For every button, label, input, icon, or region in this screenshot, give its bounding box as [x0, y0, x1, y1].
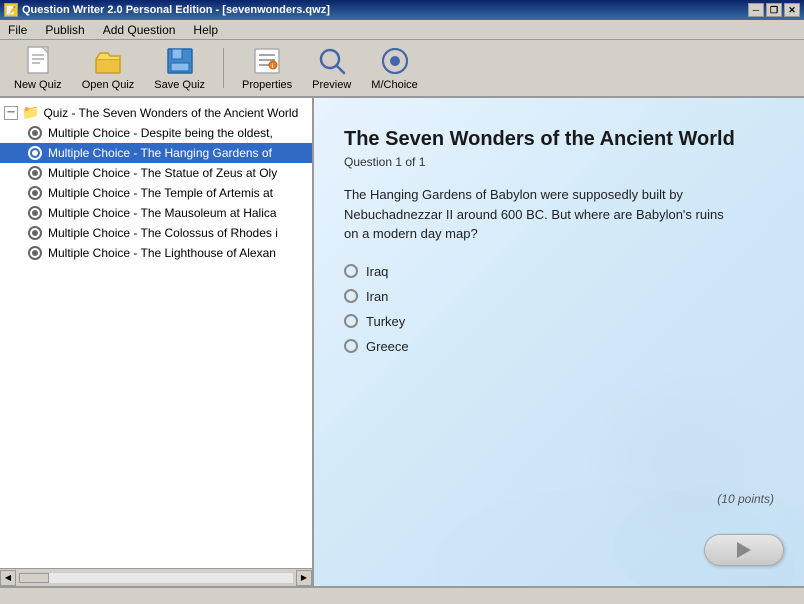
next-button[interactable] [704, 534, 784, 566]
title-bar-controls: ─ ❐ ✕ [748, 3, 800, 17]
app-icon: 📝 [4, 3, 18, 17]
mchoice-button[interactable]: M/Choice [365, 43, 423, 93]
close-button[interactable]: ✕ [784, 3, 800, 17]
option-radio-1 [344, 289, 358, 303]
quiz-question-number: Question 1 of 1 [344, 155, 774, 169]
tree-item-label-6: Multiple Choice - The Lighthouse of Alex… [48, 246, 276, 260]
quiz-option-0[interactable]: Iraq [344, 264, 774, 279]
quiz-option-1[interactable]: Iran [344, 289, 774, 304]
radio-icon-3 [28, 186, 42, 200]
scroll-right-button[interactable]: ▶ [296, 570, 312, 586]
right-panel: The Seven Wonders of the Ancient World Q… [314, 98, 804, 586]
title-bar-left: 📝 Question Writer 2.0 Personal Edition -… [4, 3, 330, 17]
quiz-option-2[interactable]: Turkey [344, 314, 774, 329]
scroll-thumb[interactable] [19, 573, 49, 583]
open-quiz-label: Open Quiz [82, 79, 135, 91]
tree-root[interactable]: ─ 📁 Quiz - The Seven Wonders of the Anci… [0, 102, 312, 123]
tree-item-label-3: Multiple Choice - The Temple of Artemis … [48, 186, 273, 200]
scroll-track[interactable] [18, 572, 294, 584]
menu-publish[interactable]: Publish [41, 21, 88, 39]
collapse-button[interactable]: ─ [4, 106, 18, 120]
option-label-3: Greece [366, 339, 409, 354]
quiz-question-text: The Hanging Gardens of Babylon were supp… [344, 185, 724, 244]
tree-item-5[interactable]: Multiple Choice - The Colossus of Rhodes… [0, 223, 312, 243]
tree-item-label-0: Multiple Choice - Despite being the olde… [48, 126, 273, 140]
mchoice-label: M/Choice [371, 79, 417, 91]
left-scrollbar: ◀ ▶ [0, 568, 312, 586]
properties-label: Properties [242, 79, 292, 91]
window-title: Question Writer 2.0 Personal Edition - [… [22, 4, 330, 16]
menu-bar: File Publish Add Question Help [0, 20, 804, 40]
tree-item-label-4: Multiple Choice - The Mausoleum at Halic… [48, 206, 277, 220]
menu-file[interactable]: File [4, 21, 31, 39]
radio-icon-1 [28, 146, 42, 160]
tree-item-1[interactable]: Multiple Choice - The Hanging Gardens of [0, 143, 312, 163]
option-radio-0 [344, 264, 358, 278]
new-quiz-icon [22, 45, 54, 77]
option-radio-3 [344, 339, 358, 353]
toolbar-sep-1 [223, 48, 224, 88]
menu-add-question[interactable]: Add Question [99, 21, 180, 39]
toolbar: New Quiz Open Quiz Save Quiz [0, 40, 804, 98]
quiz-option-3[interactable]: Greece [344, 339, 774, 354]
next-arrow-icon [737, 542, 751, 558]
background-decoration [314, 466, 804, 586]
tree-item-4[interactable]: Multiple Choice - The Mausoleum at Halic… [0, 203, 312, 223]
tree-item-6[interactable]: Multiple Choice - The Lighthouse of Alex… [0, 243, 312, 263]
new-quiz-button[interactable]: New Quiz [8, 43, 68, 93]
tree-item-label-5: Multiple Choice - The Colossus of Rhodes… [48, 226, 278, 240]
tree-item-label-1: Multiple Choice - The Hanging Gardens of [48, 146, 272, 160]
radio-icon-6 [28, 246, 42, 260]
option-label-0: Iraq [366, 264, 388, 279]
mchoice-icon [379, 45, 411, 77]
tree-root-label: Quiz - The Seven Wonders of the Ancient … [43, 106, 298, 120]
quiz-points: (10 points) [717, 492, 774, 506]
radio-icon-5 [28, 226, 42, 240]
preview-button[interactable]: Preview [306, 43, 357, 93]
option-label-2: Turkey [366, 314, 405, 329]
radio-icon-4 [28, 206, 42, 220]
title-bar: 📝 Question Writer 2.0 Personal Edition -… [0, 0, 804, 20]
restore-button[interactable]: ❐ [766, 3, 782, 17]
status-bar [0, 586, 804, 604]
save-quiz-label: Save Quiz [154, 79, 205, 91]
properties-button[interactable]: i Properties [236, 43, 298, 93]
save-quiz-icon [164, 45, 196, 77]
main-area: ─ 📁 Quiz - The Seven Wonders of the Anci… [0, 98, 804, 586]
tree-item-0[interactable]: Multiple Choice - Despite being the olde… [0, 123, 312, 143]
quiz-content: The Seven Wonders of the Ancient World Q… [314, 98, 804, 374]
tree-item-label-2: Multiple Choice - The Statue of Zeus at … [48, 166, 277, 180]
tree-item-3[interactable]: Multiple Choice - The Temple of Artemis … [0, 183, 312, 203]
save-quiz-button[interactable]: Save Quiz [148, 43, 211, 93]
preview-icon [316, 45, 348, 77]
option-label-1: Iran [366, 289, 388, 304]
radio-icon-2 [28, 166, 42, 180]
properties-icon: i [251, 45, 283, 77]
new-quiz-label: New Quiz [14, 79, 62, 91]
folder-icon: 📁 [22, 104, 39, 121]
quiz-options: Iraq Iran Turkey Greece [344, 264, 774, 354]
left-panel: ─ 📁 Quiz - The Seven Wonders of the Anci… [0, 98, 314, 586]
radio-icon-0 [28, 126, 42, 140]
minimize-button[interactable]: ─ [748, 3, 764, 17]
scroll-left-button[interactable]: ◀ [0, 570, 16, 586]
tree-area: ─ 📁 Quiz - The Seven Wonders of the Anci… [0, 98, 312, 568]
quiz-title: The Seven Wonders of the Ancient World [344, 128, 774, 151]
preview-label: Preview [312, 79, 351, 91]
tree-item-2[interactable]: Multiple Choice - The Statue of Zeus at … [0, 163, 312, 183]
open-quiz-icon [92, 45, 124, 77]
open-quiz-button[interactable]: Open Quiz [76, 43, 141, 93]
menu-help[interactable]: Help [189, 21, 222, 39]
option-radio-2 [344, 314, 358, 328]
